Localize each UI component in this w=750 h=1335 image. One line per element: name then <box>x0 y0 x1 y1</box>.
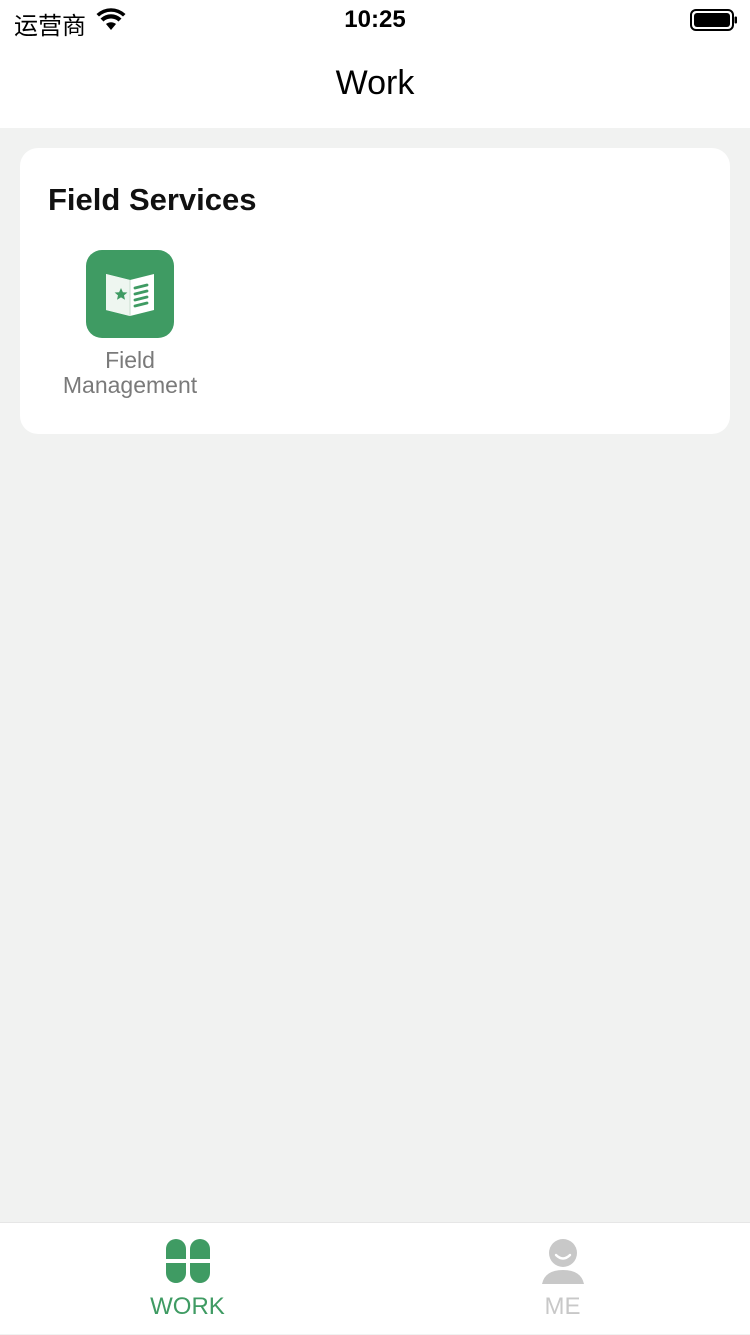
section-title: Field Services <box>48 182 257 217</box>
clover-grid-icon <box>166 1239 210 1283</box>
tab-bar: WORK ME <box>0 1222 750 1334</box>
tab-me-label: ME <box>544 1293 581 1320</box>
battery-icon <box>690 9 737 31</box>
app-label: Field Management <box>48 348 212 398</box>
status-bar: 运营商 10:25 <box>0 0 750 40</box>
tab-work[interactable]: WORK <box>0 1223 375 1335</box>
app-label-line1: Field <box>105 347 155 373</box>
field-management-app[interactable]: Field Management <box>48 250 212 410</box>
tab-work-label: WORK <box>150 1293 225 1320</box>
page-title: Work <box>335 64 415 102</box>
book-star-icon <box>86 250 174 338</box>
app-label-line2: Management <box>62 372 198 398</box>
field-services-card: Field Services Field Management <box>20 148 730 434</box>
tab-me[interactable]: ME <box>375 1223 750 1335</box>
clock: 10:25 <box>344 6 406 33</box>
person-icon <box>542 1239 584 1284</box>
navigation-bar: Work <box>0 40 750 128</box>
